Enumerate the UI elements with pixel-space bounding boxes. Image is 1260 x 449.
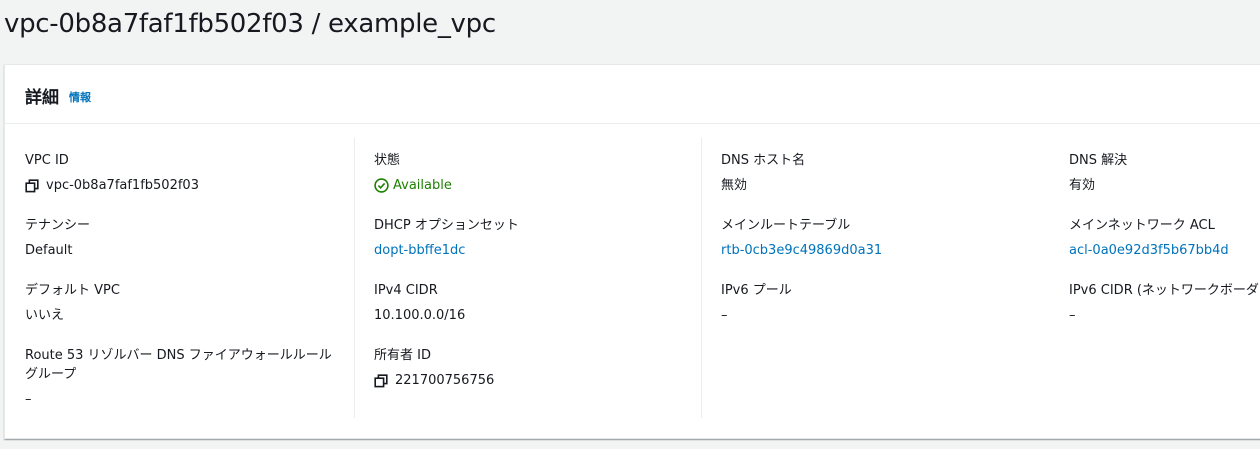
- field-label: テナンシー: [25, 218, 91, 233]
- field-value: 10.100.0.0/16: [374, 308, 466, 323]
- details-panel: 詳細 情報 VPC ID vpc-0b8a7faf1fb502f03 テナンシー…: [4, 64, 1260, 439]
- field-ipv4-cidr: IPv4 CIDR 10.100.0.0/16: [374, 281, 704, 325]
- info-link[interactable]: 情報: [69, 89, 91, 105]
- field-label: DNS ホスト名: [721, 153, 806, 168]
- field-value: いいえ: [25, 308, 65, 323]
- details-column-1: VPC ID vpc-0b8a7faf1fb502f03 テナンシー Defau…: [25, 138, 355, 418]
- field-route53-firewall: Route 53 リゾルバー DNS ファイアウォールルールグループ –: [25, 346, 355, 409]
- field-label: DNS 解決: [1069, 153, 1128, 168]
- field-value: –: [25, 392, 32, 407]
- page-title: vpc-0b8a7faf1fb502f03 / example_vpc: [4, 9, 496, 39]
- field-dhcp-options: DHCP オプションセット dopt-bbffe1dc: [374, 216, 704, 260]
- field-value: vpc-0b8a7faf1fb502f03: [25, 176, 355, 195]
- field-value: 221700756756: [374, 371, 704, 390]
- main-route-table-link[interactable]: rtb-0cb3e9c49869d0a31: [721, 241, 1051, 260]
- field-value: –: [721, 308, 728, 323]
- field-owner-id: 所有者 ID 221700756756: [374, 346, 704, 390]
- copy-icon[interactable]: [374, 373, 388, 388]
- field-vpc-id: VPC ID vpc-0b8a7faf1fb502f03: [25, 151, 355, 195]
- field-label: DHCP オプションセット: [374, 218, 519, 233]
- status-badge: Available: [374, 176, 704, 195]
- field-label: 状態: [374, 153, 401, 168]
- details-title: 詳細: [25, 87, 59, 108]
- field-state: 状態 Available: [374, 151, 704, 195]
- field-dns-hostnames: DNS ホスト名 無効: [721, 151, 1051, 195]
- field-main-route-table: メインルートテーブル rtb-0cb3e9c49869d0a31: [721, 216, 1051, 260]
- field-ipv6-cidr: IPv6 CIDR (ネットワークボーダーグループ) –: [1069, 281, 1260, 325]
- field-label: デフォルト VPC: [25, 283, 120, 298]
- field-ipv6-pool: IPv6 プール –: [721, 281, 1051, 325]
- field-label: Route 53 リゾルバー DNS ファイアウォールルールグループ: [25, 348, 332, 382]
- details-columns: VPC ID vpc-0b8a7faf1fb502f03 テナンシー Defau…: [5, 138, 1260, 418]
- state-value: Available: [393, 178, 452, 193]
- field-label: IPv6 CIDR (ネットワークボーダーグループ): [1069, 283, 1260, 298]
- field-label: メインネットワーク ACL: [1069, 218, 1215, 233]
- owner-id-value: 221700756756: [395, 373, 495, 388]
- field-label: 所有者 ID: [374, 348, 431, 363]
- vpc-id-value: vpc-0b8a7faf1fb502f03: [46, 178, 199, 193]
- details-panel-header: 詳細 情報: [5, 65, 1260, 124]
- field-tenancy: テナンシー Default: [25, 216, 355, 260]
- details-column-3: DNS ホスト名 無効 メインルートテーブル rtb-0cb3e9c49869d…: [701, 138, 1051, 418]
- copy-icon[interactable]: [25, 178, 39, 193]
- field-label: メインルートテーブル: [721, 218, 851, 233]
- details-column-2: 状態 Available DHCP オプションセット dopt-bbffe1dc…: [354, 138, 704, 418]
- dhcp-options-link[interactable]: dopt-bbffe1dc: [374, 241, 704, 260]
- details-column-4: DNS 解決 有効 メインネットワーク ACL acl-0a0e92d3f5b6…: [1069, 138, 1260, 418]
- field-value: 無効: [721, 178, 748, 193]
- field-value: Default: [25, 243, 73, 258]
- field-label: IPv4 CIDR: [374, 283, 438, 298]
- field-main-network-acl: メインネットワーク ACL acl-0a0e92d3f5b67bb4d: [1069, 216, 1260, 260]
- field-label: VPC ID: [25, 153, 69, 168]
- status-ok-icon: [374, 178, 389, 193]
- field-dns-resolution: DNS 解決 有効: [1069, 151, 1260, 195]
- field-value: 有効: [1069, 178, 1096, 193]
- main-network-acl-link[interactable]: acl-0a0e92d3f5b67bb4d: [1069, 241, 1260, 260]
- field-label: IPv6 プール: [721, 283, 792, 298]
- field-value: –: [1069, 308, 1076, 323]
- field-default-vpc: デフォルト VPC いいえ: [25, 281, 355, 325]
